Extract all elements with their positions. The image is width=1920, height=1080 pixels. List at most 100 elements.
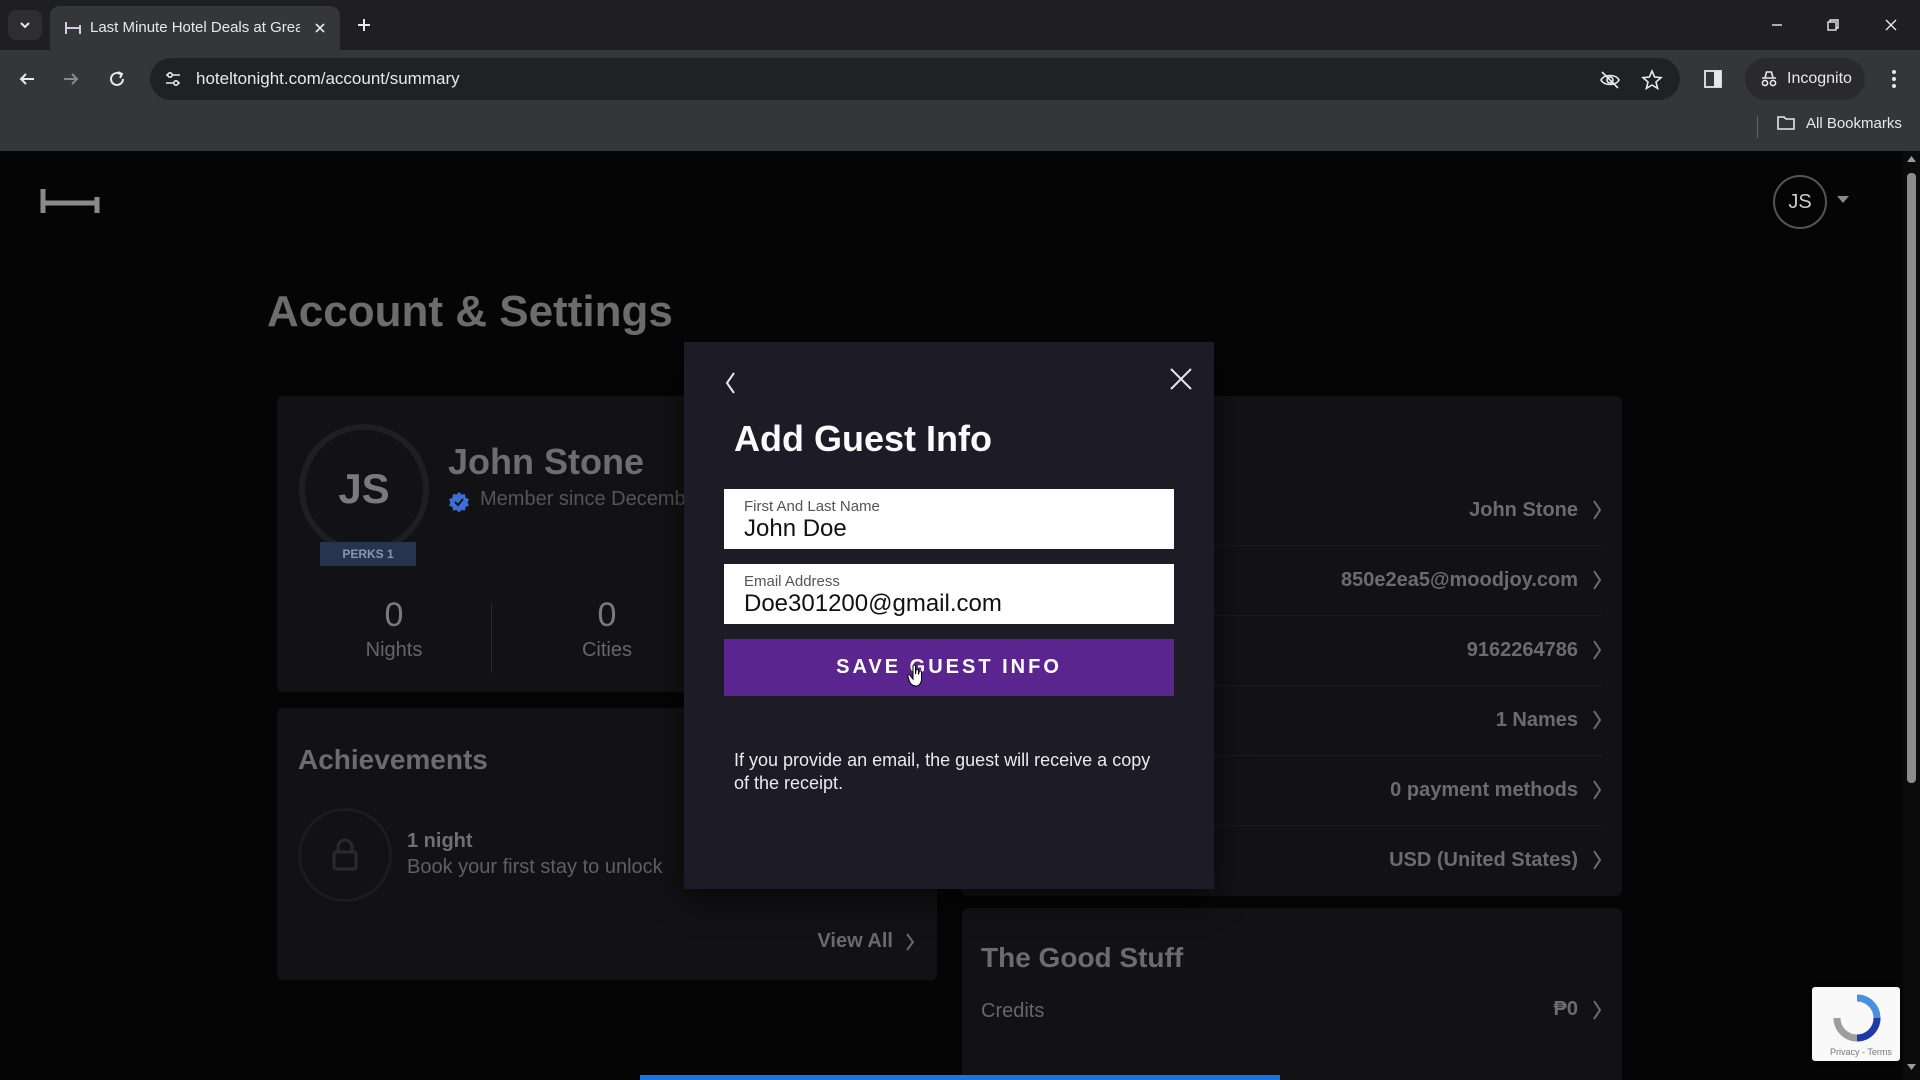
page-scrollbar[interactable]: [1903, 151, 1920, 1080]
close-icon: [1885, 19, 1897, 31]
hoteltonight-logo[interactable]: [40, 187, 100, 215]
browser-menu-button[interactable]: [1882, 67, 1906, 91]
achievement-badge: [298, 808, 392, 902]
close-icon: [1170, 368, 1192, 390]
stat-value: 0: [597, 596, 617, 634]
profile-name: John Stone: [448, 441, 644, 482]
tracking-protection-button[interactable]: [1598, 68, 1622, 92]
forward-button[interactable]: [56, 64, 86, 94]
side-panel-icon: [1704, 70, 1722, 88]
incognito-indicator[interactable]: Incognito: [1745, 58, 1865, 100]
arrow-left-icon: [19, 73, 34, 85]
restore-icon: [1827, 19, 1839, 31]
all-bookmarks-label: All Bookmarks: [1806, 114, 1902, 132]
address-bar[interactable]: hoteltonight.com/account/summary: [150, 58, 1680, 100]
stat-divider: [491, 603, 492, 673]
receipt-note: If you provide an email, the guest will …: [734, 750, 1151, 793]
window-close-button[interactable]: [1868, 10, 1914, 40]
stat-label: Cities: [581, 639, 632, 661]
settings-row-value: 9162264786: [1466, 638, 1578, 661]
chevron-right-icon: [1593, 999, 1602, 1020]
bookmark-star-button[interactable]: [1640, 68, 1664, 92]
guest-email-input[interactable]: Doe301200@gmail.com: [744, 590, 1154, 618]
stat-label: Nights: [365, 639, 423, 661]
browser-tab-bar: Last Minute Hotel Deals at Great Prices: [0, 0, 1920, 50]
mouse-cursor-icon: [907, 664, 922, 687]
guest-email-field[interactable]: Email Address Doe301200@gmail.com: [724, 564, 1174, 624]
chevron-right-icon: [1593, 710, 1602, 730]
reload-icon: [110, 71, 124, 86]
account-menu-toggle[interactable]: [1836, 195, 1850, 205]
modal-close-button[interactable]: [1164, 362, 1198, 396]
more-vertical-icon: [1892, 70, 1896, 88]
tab-title: Last Minute Hotel Deals at Great Prices: [90, 19, 300, 36]
chevron-down-icon: [20, 22, 30, 29]
member-since-text: Member since December: [480, 488, 704, 510]
reload-button[interactable]: [102, 64, 132, 94]
caret-down-icon: [1837, 196, 1849, 203]
settings-row-value: John Stone: [1469, 498, 1578, 521]
minimize-icon: [1772, 24, 1782, 26]
save-guest-info-button[interactable]: SAVE GUEST INFO: [724, 639, 1174, 696]
incognito-icon: [1761, 71, 1777, 87]
chevron-right-icon: [906, 932, 915, 951]
credits-label: Credits: [981, 1000, 1045, 1022]
perks-badge: PERKS 1: [320, 542, 416, 566]
arrow-right-icon: [64, 73, 79, 85]
stat-value: 0: [384, 596, 404, 634]
guest-name-input[interactable]: John Doe: [744, 515, 1154, 543]
chevron-right-icon: [1593, 570, 1602, 590]
credits-value: ₱0: [1553, 998, 1578, 1020]
restore-button[interactable]: [1810, 10, 1856, 40]
minimize-button[interactable]: [1754, 10, 1800, 40]
site-info-button[interactable]: [162, 68, 184, 90]
url-text: hoteltonight.com/account/summary: [196, 69, 460, 88]
all-bookmarks-button[interactable]: All Bookmarks: [1776, 114, 1902, 132]
settings-row-value: 850e2ea5@moodjoy.com: [1340, 568, 1578, 591]
page-loading-bar: [640, 1075, 1280, 1080]
user-avatar-button[interactable]: JS: [1773, 175, 1827, 229]
achievement-name: 1 night: [407, 830, 473, 852]
modal-back-button[interactable]: [720, 368, 740, 398]
chevron-right-icon: [1593, 500, 1602, 520]
bed-logo-icon: [40, 189, 100, 213]
profile-initials: JS: [338, 465, 390, 512]
incognito-label: Incognito: [1787, 70, 1852, 87]
star-icon: [1641, 69, 1663, 91]
lock-icon: [332, 838, 358, 871]
view-all-achievements-link[interactable]: View All: [817, 930, 915, 953]
bookmarks-separator: [1757, 116, 1758, 138]
plus-icon: [358, 19, 370, 31]
recaptcha-badge[interactable]: Privacy - Terms: [1812, 987, 1900, 1061]
browser-toolbar: hoteltonight.com/account/summary Incogni…: [0, 50, 1920, 108]
scroll-up-arrow-icon[interactable]: [1906, 155, 1917, 163]
achievement-description: Book your first stay to unlock: [407, 856, 663, 878]
profile-avatar: JS: [299, 424, 429, 554]
tune-icon: [166, 71, 180, 87]
side-panel-button[interactable]: [1701, 67, 1725, 91]
scrollbar-thumb[interactable]: [1907, 173, 1916, 783]
guest-name-field[interactable]: First And Last Name John Doe: [724, 489, 1174, 549]
chevron-right-icon: [1593, 640, 1602, 660]
recaptcha-icon: [1833, 994, 1881, 1042]
new-tab-button[interactable]: [352, 13, 376, 37]
chevron-left-icon: [725, 372, 735, 394]
back-button[interactable]: [12, 64, 42, 94]
chevron-right-icon: [1593, 850, 1602, 870]
good-stuff-card: The Good Stuff Credits ₱0: [962, 908, 1622, 1080]
add-guest-info-modal: Add Guest Info First And Last Name John …: [684, 342, 1214, 889]
close-icon: [315, 23, 325, 33]
browser-tab-active[interactable]: Last Minute Hotel Deals at Great Prices: [50, 6, 340, 50]
settings-row-value: 0 payment methods: [1390, 778, 1578, 801]
tab-close-button[interactable]: [310, 18, 330, 38]
tab-search-button[interactable]: [8, 10, 42, 40]
credits-row[interactable]: ₱0: [1554, 998, 1602, 1021]
folder-icon: [1777, 116, 1795, 130]
scroll-down-arrow-icon[interactable]: [1906, 1063, 1917, 1071]
guest-name-label: First And Last Name: [744, 498, 880, 515]
hotel-bed-favicon-icon: [65, 22, 81, 34]
recaptcha-links[interactable]: Privacy - Terms: [1830, 1047, 1892, 1057]
settings-row-value: USD (United States): [1389, 848, 1578, 871]
verified-badge-icon: [449, 492, 469, 513]
avatar-initials: JS: [1788, 190, 1812, 213]
